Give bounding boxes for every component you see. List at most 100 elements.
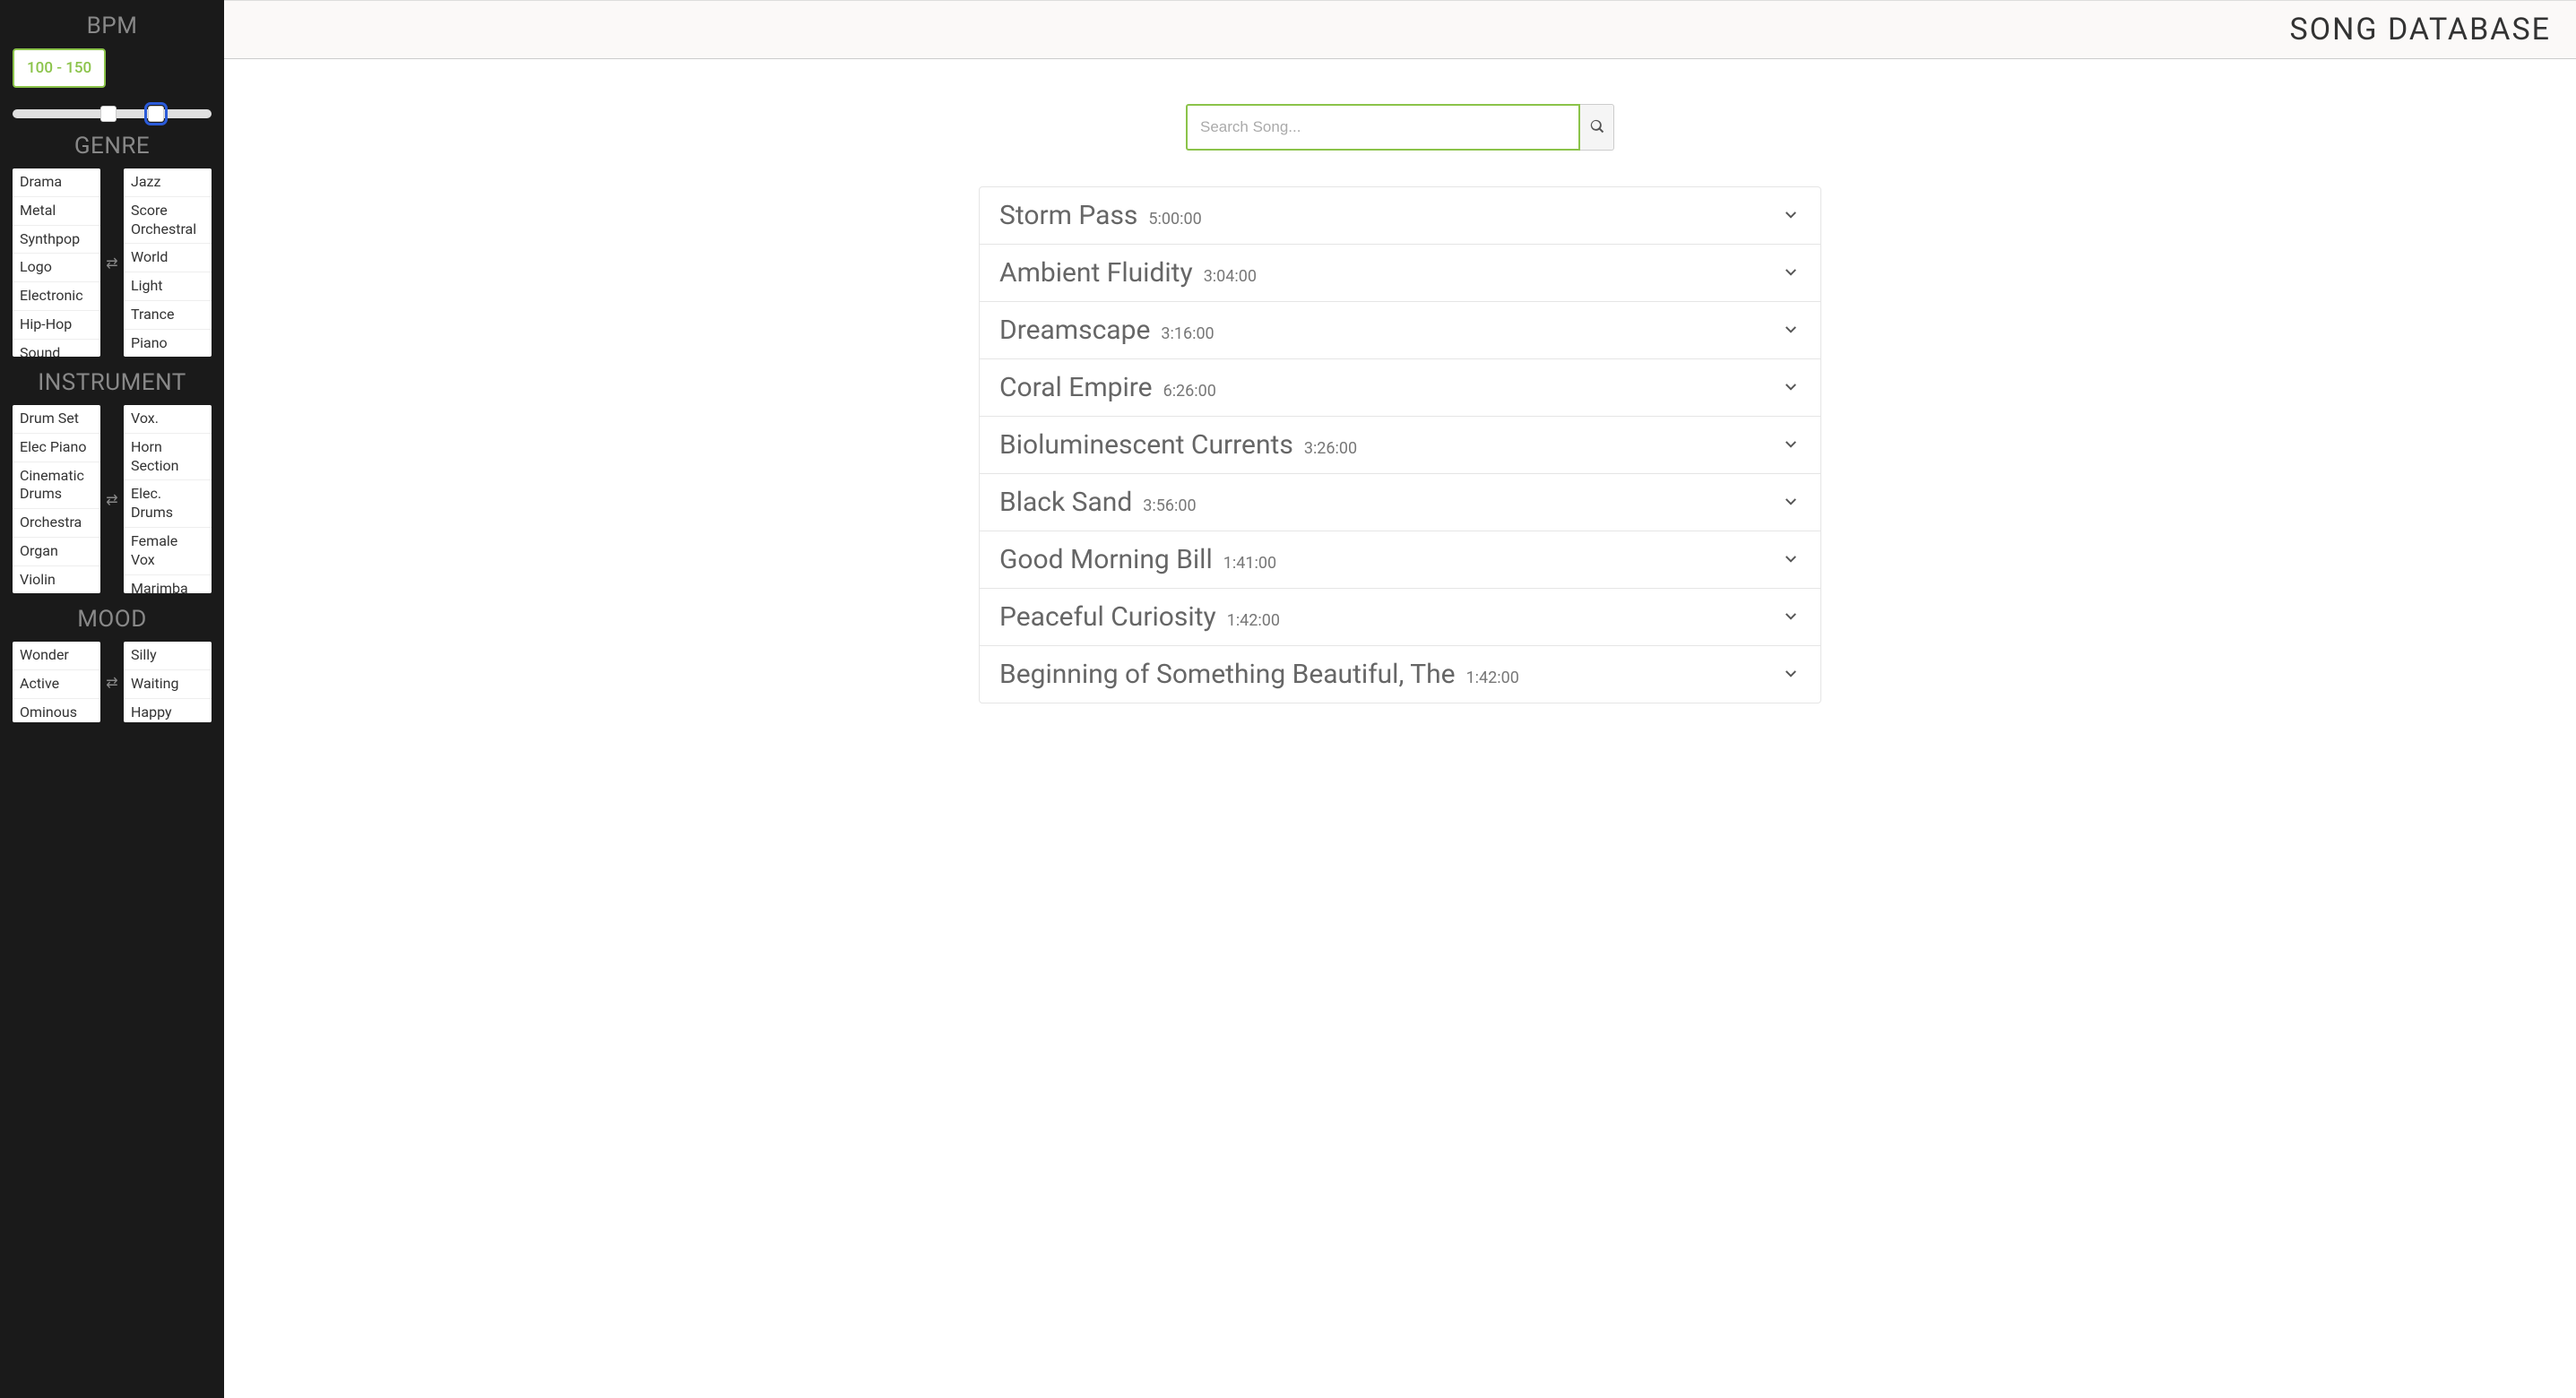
chevron-down-icon — [1781, 262, 1801, 285]
sidebar: BPM 100 - 150 GENRE DramaMetalSynthpopLo… — [0, 0, 224, 1398]
bpm-slider-thumb-low[interactable] — [100, 106, 117, 122]
song-duration: 1:41:00 — [1223, 554, 1276, 573]
song-info: Storm Pass5:00:00 — [999, 200, 1202, 231]
swap-horizontal-icon[interactable]: ⇄ — [104, 674, 120, 691]
song-info: Beginning of Something Beautiful, The 1:4… — [999, 659, 1519, 690]
search-button[interactable] — [1580, 104, 1614, 151]
list-item[interactable]: Logo — [13, 254, 100, 282]
song-info: Black Sand3:56:00 — [999, 487, 1197, 518]
list-item[interactable]: Score Orchestral — [124, 197, 212, 245]
list-item[interactable]: Drum Set — [13, 405, 100, 434]
song-title: Dreamscape — [999, 315, 1150, 346]
list-item[interactable]: Vox. — [124, 405, 212, 434]
list-item[interactable]: Cinematic Drums — [13, 462, 100, 510]
list-item[interactable]: Electronic — [13, 282, 100, 311]
song-duration: 6:26:00 — [1163, 382, 1216, 401]
chevron-down-icon — [1781, 491, 1801, 514]
song-row[interactable]: Bioluminescent Currents 3:26:00 — [980, 417, 1820, 474]
list-item[interactable]: Elec Piano — [13, 434, 100, 462]
page-title: SONG DATABASE — [249, 12, 2551, 47]
genre-filter: GENRE DramaMetalSynthpopLogoElectronicHi… — [13, 133, 212, 357]
song-duration: 3:26:00 — [1304, 439, 1357, 458]
bpm-range-display: 100 - 150 — [13, 48, 106, 88]
mood-list-right[interactable]: SillyWaitingHappy — [124, 642, 212, 722]
bpm-heading: BPM — [13, 13, 212, 39]
song-title: Coral Empire — [999, 372, 1153, 403]
song-title: Storm Pass — [999, 200, 1137, 231]
instrument-filter: INSTRUMENT Drum SetElec PianoCinematic D… — [13, 369, 212, 593]
genre-list-left[interactable]: DramaMetalSynthpopLogoElectronicHip-HopS… — [13, 168, 100, 357]
list-item[interactable]: Piano — [124, 330, 212, 357]
song-row[interactable]: Beginning of Something Beautiful, The 1:4… — [980, 646, 1820, 703]
mood-filter: MOOD WonderActiveOminous ⇄ SillyWaitingH… — [13, 606, 212, 722]
search-icon — [1590, 119, 1604, 136]
list-item[interactable]: Metal — [13, 197, 100, 226]
instrument-list-left[interactable]: Drum SetElec PianoCinematic DrumsOrchest… — [13, 405, 100, 593]
song-row[interactable]: Ambient Fluidity 3:04:00 — [980, 245, 1820, 302]
song-title: Peaceful Curiosity — [999, 601, 1216, 633]
list-item[interactable]: Horn Section — [124, 434, 212, 481]
swap-horizontal-icon[interactable]: ⇄ — [104, 491, 120, 508]
song-info: Coral Empire 6:26:00 — [999, 372, 1216, 403]
instrument-list-right[interactable]: Vox.Horn SectionElec. DrumsFemale VoxMar… — [124, 405, 212, 593]
genre-dual-list: DramaMetalSynthpopLogoElectronicHip-HopS… — [13, 168, 212, 357]
song-duration: 1:42:00 — [1466, 669, 1519, 687]
chevron-down-icon — [1781, 319, 1801, 342]
list-item[interactable]: Violin — [13, 566, 100, 593]
chevron-down-icon — [1781, 434, 1801, 457]
song-duration: 1:42:00 — [1227, 611, 1280, 630]
chevron-down-icon — [1781, 376, 1801, 400]
search-input[interactable] — [1186, 104, 1580, 151]
song-row[interactable]: Dreamscape 3:16:00 — [980, 302, 1820, 359]
list-item[interactable]: Happy — [124, 699, 212, 722]
genre-list-right[interactable]: JazzScore OrchestralWorldLightTrancePian… — [124, 168, 212, 357]
chevron-down-icon — [1781, 606, 1801, 629]
song-title: Beginning of Something Beautiful, The — [999, 659, 1456, 690]
swap-horizontal-icon[interactable]: ⇄ — [104, 255, 120, 272]
song-title: Good Morning Bill — [999, 544, 1213, 575]
search-row — [1186, 104, 1614, 151]
list-item[interactable]: Elec. Drums — [124, 480, 212, 528]
list-item[interactable]: Female Vox — [124, 528, 212, 575]
song-title: Ambient Fluidity — [999, 257, 1193, 289]
list-item[interactable]: Active — [13, 670, 100, 699]
list-item[interactable]: Marimba — [124, 575, 212, 593]
list-item[interactable]: Sound Effects — [13, 340, 100, 357]
list-item[interactable]: Ominous — [13, 699, 100, 722]
song-row[interactable]: Storm Pass5:00:00 — [980, 187, 1820, 245]
list-item[interactable]: Light — [124, 272, 212, 301]
list-item[interactable]: Jazz — [124, 168, 212, 197]
song-info: Bioluminescent Currents 3:26:00 — [999, 429, 1357, 461]
chevron-down-icon — [1781, 548, 1801, 572]
mood-heading: MOOD — [13, 606, 212, 633]
chevron-down-icon — [1781, 204, 1801, 228]
song-row[interactable]: Black Sand3:56:00 — [980, 474, 1820, 531]
song-duration: 3:16:00 — [1161, 324, 1214, 343]
bpm-slider[interactable] — [13, 109, 212, 118]
bpm-slider-thumb-high[interactable] — [148, 106, 164, 122]
list-item[interactable]: Waiting — [124, 670, 212, 699]
instrument-heading: INSTRUMENT — [13, 369, 212, 396]
list-item[interactable]: Organ — [13, 538, 100, 566]
list-item[interactable]: Silly — [124, 642, 212, 670]
chevron-down-icon — [1781, 663, 1801, 686]
song-duration: 3:56:00 — [1143, 496, 1196, 515]
list-item[interactable]: World — [124, 244, 212, 272]
list-item[interactable]: Orchestra — [13, 509, 100, 538]
song-info: Dreamscape 3:16:00 — [999, 315, 1215, 346]
song-row[interactable]: Coral Empire 6:26:00 — [980, 359, 1820, 417]
list-item[interactable]: Wonder — [13, 642, 100, 670]
list-item[interactable]: Trance — [124, 301, 212, 330]
instrument-dual-list: Drum SetElec PianoCinematic DrumsOrchest… — [13, 405, 212, 593]
mood-dual-list: WonderActiveOminous ⇄ SillyWaitingHappy — [13, 642, 212, 722]
song-duration: 3:04:00 — [1204, 267, 1257, 286]
song-row[interactable]: Peaceful Curiosity 1:42:00 — [980, 589, 1820, 646]
list-item[interactable]: Drama — [13, 168, 100, 197]
song-row[interactable]: Good Morning Bill 1:41:00 — [980, 531, 1820, 589]
song-list: Storm Pass5:00:00 Ambient Fluidity 3:04:00… — [979, 186, 1821, 703]
list-item[interactable]: Synthpop — [13, 226, 100, 255]
list-item[interactable]: Hip-Hop — [13, 311, 100, 340]
song-title: Bioluminescent Currents — [999, 429, 1293, 461]
mood-list-left[interactable]: WonderActiveOminous — [13, 642, 100, 722]
song-info: Good Morning Bill 1:41:00 — [999, 544, 1276, 575]
